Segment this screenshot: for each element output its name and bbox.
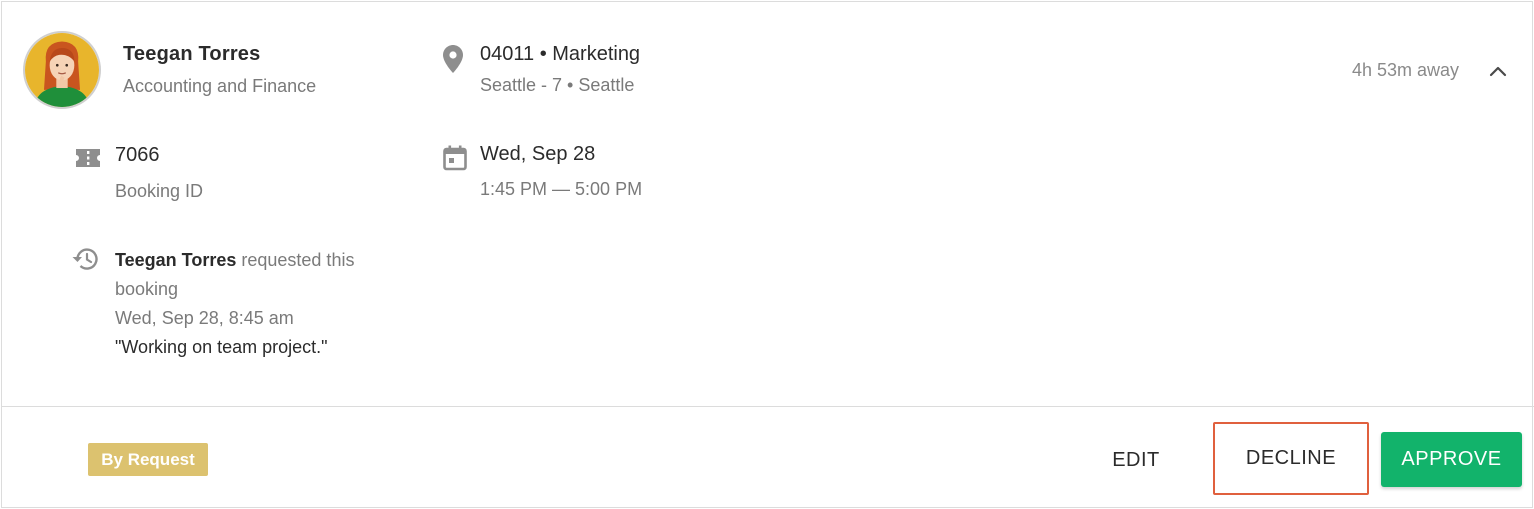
booking-id: 7066	[115, 144, 160, 166]
decline-button[interactable]: DECLINE	[1213, 422, 1369, 495]
map-pin-icon	[442, 44, 464, 74]
edit-button[interactable]: EDIT	[1095, 434, 1177, 486]
approve-button[interactable]: APPROVE	[1381, 432, 1522, 487]
booking-id-label: Booking ID	[115, 181, 204, 201]
avatar	[23, 31, 101, 109]
away-status: 4h 53m away	[1352, 60, 1460, 80]
chevron-up-icon[interactable]	[1485, 58, 1511, 84]
booking-history: Teegan Torres requested this booking Wed…	[115, 246, 385, 362]
history-requester: Teegan Torres	[115, 250, 237, 270]
booking-time: 1:45 PM — 5:00 PM	[480, 179, 643, 199]
booking-date: Wed, Sep 28	[480, 143, 596, 165]
footer-divider	[2, 406, 1534, 407]
location-title: 04011 • Marketing	[480, 43, 641, 65]
location-subtitle: Seattle - 7 • Seattle	[480, 75, 635, 95]
history-icon	[71, 245, 99, 273]
person-name: Teegan Torres	[123, 43, 261, 65]
person-department: Accounting and Finance	[123, 76, 317, 96]
ticket-icon	[74, 146, 102, 170]
status-badge: By Request	[88, 443, 208, 476]
calendar-icon	[442, 144, 468, 172]
history-timestamp: Wed, Sep 28, 8:45 am	[115, 308, 294, 328]
booking-card: Teegan Torres Accounting and Finance 040…	[1, 1, 1534, 508]
avatar-illustration	[25, 33, 99, 107]
history-note: "Working on team project."	[115, 337, 328, 357]
